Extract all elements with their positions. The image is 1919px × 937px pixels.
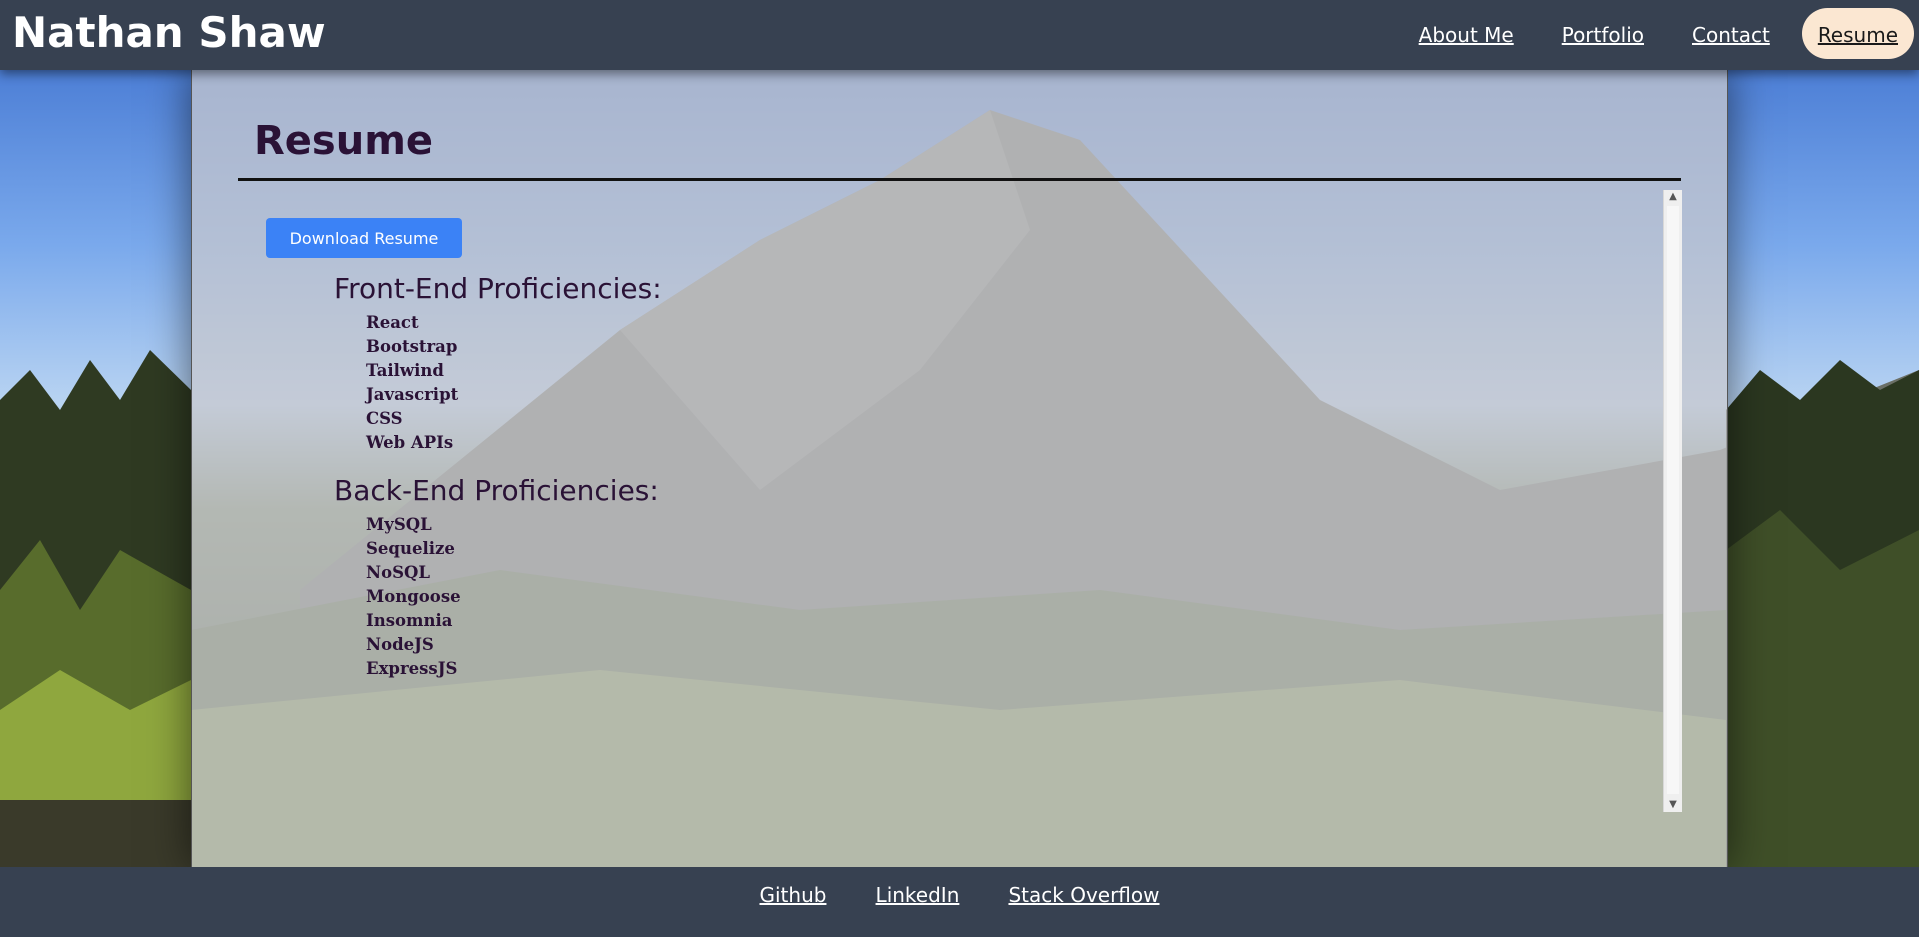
content-panel: Resume Download Resume Front-End Profici… bbox=[191, 70, 1728, 867]
list-item: CSS bbox=[366, 409, 403, 428]
footer-link-stack-overflow[interactable]: Stack Overflow bbox=[1008, 883, 1159, 907]
front-end-section: Front-End Proficiencies: React Bootstrap… bbox=[334, 272, 662, 455]
footer-links: Github LinkedIn Stack Overflow bbox=[0, 883, 1919, 907]
front-end-heading: Front-End Proficiencies: bbox=[334, 272, 662, 305]
list-item: Bootstrap bbox=[366, 337, 458, 356]
nav-resume[interactable]: Resume bbox=[1801, 8, 1914, 59]
site-footer: Github LinkedIn Stack Overflow bbox=[0, 867, 1919, 937]
main-nav: About Me Portfolio Contact Resume bbox=[1387, 8, 1914, 59]
site-brand: Nathan Shaw bbox=[12, 8, 326, 57]
front-end-list: React Bootstrap Tailwind Javascript CSS … bbox=[334, 311, 662, 455]
site-header: Nathan Shaw About Me Portfolio Contact R… bbox=[0, 0, 1919, 70]
nav-portfolio[interactable]: Portfolio bbox=[1546, 8, 1660, 59]
title-divider bbox=[238, 178, 1681, 181]
vertical-scrollbar[interactable]: ▲ ▼ bbox=[1663, 190, 1682, 812]
nav-contact[interactable]: Contact bbox=[1676, 8, 1786, 59]
list-item: Mongoose bbox=[366, 587, 461, 606]
nav-about-me[interactable]: About Me bbox=[1403, 8, 1530, 59]
back-end-section: Back-End Proficiencies: MySQL Sequelize … bbox=[334, 474, 659, 681]
list-item: ExpressJS bbox=[366, 659, 458, 678]
scroll-up-icon[interactable]: ▲ bbox=[1664, 190, 1682, 204]
list-item: MySQL bbox=[366, 515, 432, 534]
list-item: Web APIs bbox=[366, 433, 454, 452]
scrollbar-thumb[interactable] bbox=[1667, 206, 1679, 794]
list-item: NoSQL bbox=[366, 563, 430, 582]
footer-link-github[interactable]: Github bbox=[760, 883, 827, 907]
list-item: Sequelize bbox=[366, 539, 455, 558]
download-resume-button[interactable]: Download Resume bbox=[266, 218, 462, 258]
scroll-down-icon[interactable]: ▼ bbox=[1664, 798, 1682, 812]
list-item: React bbox=[366, 313, 419, 332]
list-item: NodeJS bbox=[366, 635, 434, 654]
resume-scroll-area[interactable]: Download Resume Front-End Proficiencies:… bbox=[238, 190, 1663, 812]
back-end-list: MySQL Sequelize NoSQL Mongoose Insomnia … bbox=[334, 513, 659, 681]
list-item: Tailwind bbox=[366, 361, 444, 380]
back-end-heading: Back-End Proficiencies: bbox=[334, 474, 659, 507]
list-item: Insomnia bbox=[366, 611, 453, 630]
list-item: Javascript bbox=[366, 385, 459, 404]
footer-link-linkedin[interactable]: LinkedIn bbox=[876, 883, 960, 907]
page-title: Resume bbox=[254, 118, 434, 164]
